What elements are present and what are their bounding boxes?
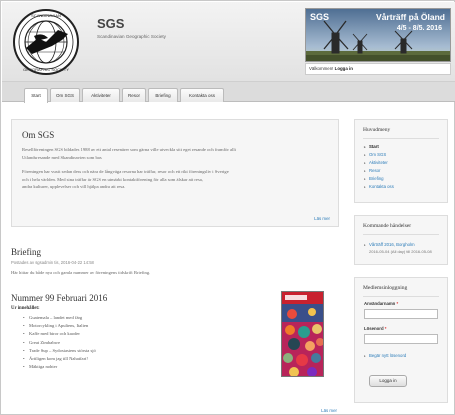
about-line: Resellföreningen SGS bildades 1988 av et… (22, 147, 236, 152)
banner-date: 4/5 - 8/5. 2016 (396, 25, 442, 32)
sidebar-item-aktiviteter[interactable]: Aktiviteter (364, 159, 394, 167)
login-button[interactable]: Logga in (369, 375, 407, 387)
list-item: Ärtiligen kom jag till Nahatfari! (23, 355, 96, 363)
about-line: och i hela världen. Med sina träffar är … (22, 176, 203, 182)
sgs-globe-logo-icon[interactable]: SCANDINAVIAN GEOGRAPHIC SOCIETY (12, 8, 80, 76)
main-menu-title: Huvudmeny (363, 127, 391, 133)
about-box: Om SGS Resellföreningen SGS bildades 198… (11, 119, 339, 227)
about-paragraph-1: Resellföreningen SGS bildades 1988 av et… (22, 146, 332, 161)
issue-read-more-link[interactable]: Läs mer (321, 408, 337, 413)
request-password-link[interactable]: Begär nytt lösenord (364, 353, 406, 358)
banner-label: SGS (310, 12, 330, 22)
briefing-title[interactable]: Briefing (11, 247, 41, 257)
username-label-text: Användarnamn (364, 301, 396, 306)
list-item: Trade Sup – Sydostasiens största sjö (23, 347, 96, 355)
primary-tabs: Start Om SGS Aktiviteter Resor Briefing … (2, 82, 455, 103)
sidebar-upcoming-events: Kommande händelser Vårträff 2016, Borgho… (354, 215, 448, 265)
tab-briefing[interactable]: Briefing (148, 88, 178, 102)
site-slogan: Scandinavian Geographic Society (97, 34, 166, 39)
welcome-bar: Välkommen! Logga in (305, 63, 451, 75)
about-line: Föreningen har vuxit sedan dess och nära… (22, 169, 229, 174)
events-title: Kommande händelser (363, 223, 412, 229)
sidebar-main-menu: Huvudmeny Start Om SGS Aktiviteter Resor… (354, 119, 448, 203)
username-label: Användarnamn * (364, 301, 398, 306)
login-title: Medlemsinloggning (363, 285, 408, 291)
password-field[interactable] (364, 334, 438, 344)
event-banner-image[interactable]: SGS Vårträff på Öland 4/5 - 8/5. 2016 (305, 8, 451, 62)
site-header: SCANDINAVIAN GEOGRAPHIC SOCIETY SGS Scan… (2, 2, 455, 82)
password-label-text: Lösenord (364, 326, 384, 331)
sidebar-item-briefing[interactable]: Briefing (364, 175, 394, 183)
sidebar-item-start[interactable]: Start (364, 143, 394, 151)
required-marker: * (384, 326, 387, 331)
sidebar-item-om-sgs[interactable]: Om SGS (364, 151, 394, 159)
about-line: andra kulturer, upplevelser och vill hjä… (22, 184, 126, 190)
main-content: Om SGS Resellföreningen SGS bildades 198… (11, 113, 341, 413)
password-label: Lösenord * (364, 326, 386, 331)
list-item: Kaffe med biror och kaoder (23, 330, 96, 338)
svg-text:SCANDINAVIAN: SCANDINAVIAN (31, 13, 61, 18)
about-paragraph-2: Föreningen har vuxit sedan dess och nära… (22, 168, 332, 191)
required-marker: * (396, 301, 399, 306)
header-login-link[interactable]: Logga in (335, 66, 353, 71)
sidebar-item-resor[interactable]: Resor (364, 167, 394, 175)
list-item: Motorcykling i Apuliens, Italien (23, 322, 96, 330)
username-field[interactable] (364, 309, 438, 319)
issue-contents-list: Guatemala – landet med färg Motorcykling… (23, 314, 96, 371)
briefing-text: Här hittar du både nya och gamla nummer … (11, 270, 151, 275)
about-line: Utlandsresande med Skandinavien som bas (22, 154, 102, 160)
list-item: Mäktiga nohter (23, 363, 96, 371)
site-name[interactable]: SGS (97, 16, 124, 31)
main-menu-list: Start Om SGS Aktiviteter Resor Briefing … (364, 143, 394, 191)
issue-subhead: Ur innehållet: (11, 306, 40, 311)
page: SCANDINAVIAN GEOGRAPHIC SOCIETY SGS Scan… (0, 0, 455, 415)
list-item: Great Zimbabwe (23, 339, 96, 347)
tab-aktiviteter[interactable]: Aktiviteter (82, 88, 120, 102)
divider (363, 296, 439, 297)
divider (363, 138, 439, 139)
banner-title: Vårträff på Öland (376, 12, 445, 22)
about-read-more-link[interactable]: Läs mer (314, 216, 330, 221)
magazine-cover-image[interactable] (281, 291, 324, 377)
about-title: Om SGS (22, 130, 55, 140)
svg-text:GEOGRAPHIC SOCIETY: GEOGRAPHIC SOCIETY (23, 67, 69, 72)
tab-resor[interactable]: Resor (122, 88, 146, 102)
tab-om-sgs[interactable]: Om SGS (50, 88, 80, 102)
briefing-meta: Postades av sgsadmin tis, 2016-04-22 14:… (11, 260, 94, 265)
event-link[interactable]: Vårträff 2016, Borgholm (364, 242, 415, 248)
issue-title[interactable]: Nummer 99 Februari 2016 (11, 293, 107, 303)
event-date: 2016-05-04 (All day) till 2016-05-08 (369, 249, 432, 254)
tab-kontakta-oss[interactable]: Kontakta oss (180, 88, 224, 102)
sidebar-item-kontakta-oss[interactable]: Kontakta oss (364, 183, 394, 191)
tab-start[interactable]: Start (24, 88, 48, 103)
list-item: Guatemala – landet med färg (23, 314, 96, 322)
divider (363, 234, 439, 235)
sidebar-member-login: Medlemsinloggning Användarnamn * Lösenor… (354, 277, 448, 403)
welcome-text: Välkommen! (309, 66, 334, 71)
